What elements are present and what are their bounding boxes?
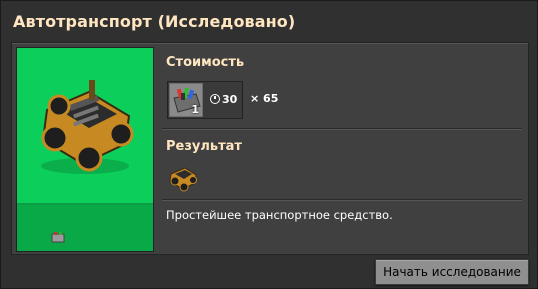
technology-window: Автотранспорт (Исследовано) Стоимость 1 … [0,0,538,289]
cost-box: 1 30 [167,81,243,119]
time-value: 30 [222,93,238,106]
result-heading: Результат [166,139,242,154]
divider [162,199,522,201]
technology-description: Простейшее транспортное средство. [166,208,393,222]
cost-multiplier: × 65 [250,92,279,105]
pack-count: 1 [191,103,199,116]
bottom-bar: Начать исследование [11,256,529,286]
window-title: Автотранспорт (Исследовано) [13,12,296,31]
time-cost: 30 [210,93,237,106]
technology-preview [16,47,154,252]
technology-panel: Стоимость 1 30 × 65 Результат Простейшее… [11,42,529,255]
automation-science-pack-slot[interactable]: 1 [169,83,203,117]
car-icon [41,80,134,174]
details-panel: Стоимость 1 30 × 65 Результат Простейшее… [162,43,528,254]
clock-icon [210,94,220,104]
start-research-button[interactable]: Начать исследование [375,259,529,285]
cost-heading: Стоимость [166,55,245,70]
car-icon[interactable] [167,162,199,192]
mini-science-pack-icon [51,232,65,243]
divider [162,128,522,130]
